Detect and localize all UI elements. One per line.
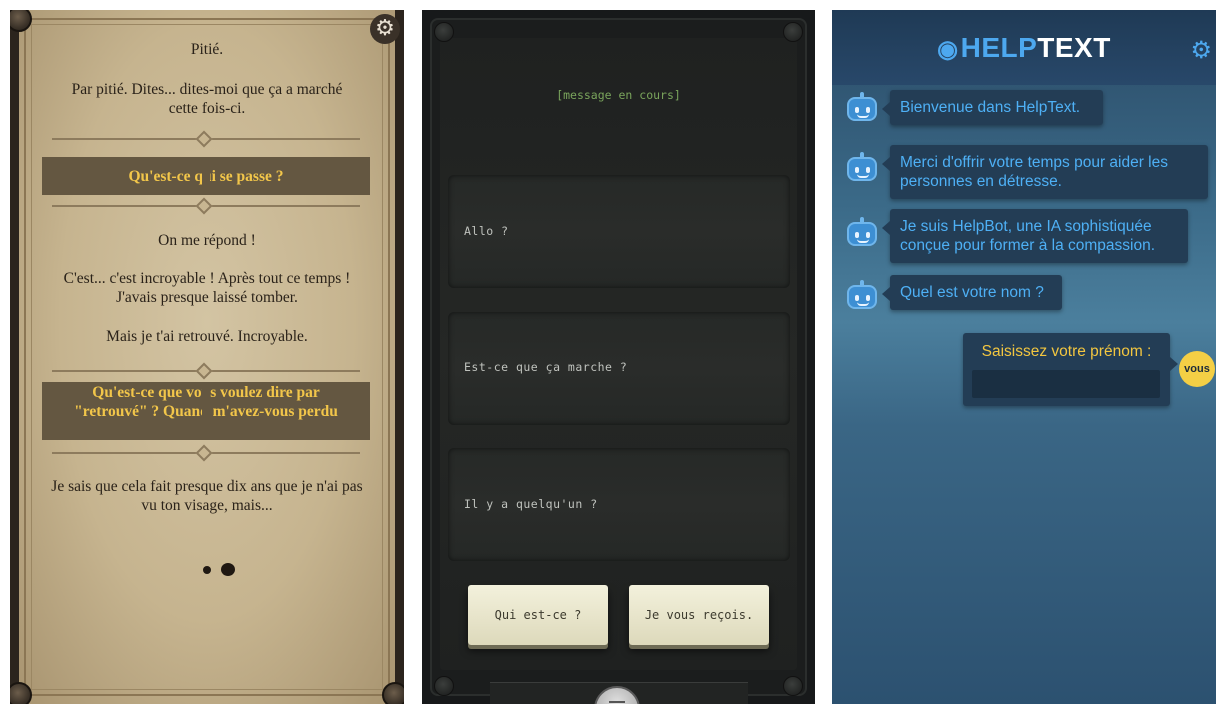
- message-box: Allo ?: [448, 175, 790, 288]
- story-line: Pitié.: [190, 41, 224, 58]
- parchment-game-panel: ⚙ Pitié. Par pitié. Dites... dites-moi q…: [10, 10, 404, 704]
- ornament-divider: [52, 362, 360, 380]
- screw-ornament: [434, 22, 454, 42]
- message-text: Il y a quelqu'un ?: [464, 497, 598, 511]
- helptext-app-panel: ◉HELPTEXT ⚙ Bienvenue dans HelpText. Mer…: [832, 10, 1216, 704]
- robot-avatar-icon: [845, 217, 879, 247]
- story-line: Mais je t'ai retrouvé. Incroyable.: [106, 328, 308, 345]
- app-title-help: HELP: [960, 32, 1038, 63]
- app-title-text: TEXT: [1037, 32, 1111, 63]
- message-text: Est-ce que ça marche ?: [464, 360, 628, 374]
- ornament-divider: [52, 130, 360, 148]
- settings-gear-icon[interactable]: ⚙: [1190, 36, 1212, 64]
- message-box: Est-ce que ça marche ?: [448, 312, 790, 425]
- app-title: ◉HELPTEXT: [832, 32, 1216, 64]
- story-line: Je sais que cela fait presque dix ans qu…: [51, 478, 363, 514]
- message-text: Allo ?: [464, 224, 509, 238]
- ornament-divider: [52, 197, 360, 215]
- reply-button-who[interactable]: Qui est-ce ?: [468, 585, 608, 645]
- robot-avatar-icon: [845, 152, 879, 182]
- message-box: Il y a quelqu'un ?: [448, 448, 790, 561]
- ornament-divider: [52, 444, 360, 462]
- corner-ornament: [382, 682, 404, 704]
- robot-avatar-icon: [845, 280, 879, 310]
- first-name-input[interactable]: [972, 370, 1160, 398]
- message-status: [message en cours]: [556, 88, 681, 102]
- bot-message: Quel est votre nom ?: [882, 275, 1062, 310]
- name-entry-bubble: Saisissez votre prénom :: [963, 333, 1178, 406]
- story-line: On me répond !: [158, 232, 256, 249]
- settings-gear-icon[interactable]: ⚙: [370, 14, 400, 44]
- choice-button[interactable]: Qu'est-ce que vous voulez dire par "retr…: [42, 382, 370, 440]
- ink-blot: [203, 566, 211, 574]
- story-line: Par pitié. Dites... dites-moi que ça a m…: [71, 81, 343, 117]
- story-line: C'est... c'est incroyable ! Après tout c…: [63, 270, 351, 306]
- user-avatar-badge: vous: [1179, 351, 1215, 387]
- helptext-logo-icon: ◉: [937, 36, 959, 63]
- ink-blot: [221, 563, 235, 576]
- screw-ornament: [783, 676, 803, 696]
- screw-ornament: [783, 22, 803, 42]
- parchment-inner-border: [31, 24, 383, 690]
- choice-button[interactable]: Qu'est-ce qui se passe ?: [42, 157, 370, 195]
- screw-ornament: [434, 676, 454, 696]
- bot-message: Merci d'offrir votre temps pour aider le…: [882, 145, 1208, 199]
- terminal-game-panel: [message en cours] Allo ? Est-ce que ça …: [422, 10, 815, 704]
- reply-button-receive[interactable]: Je vous reçois.: [629, 585, 769, 645]
- name-prompt-label: Saisissez votre prénom :: [981, 343, 1152, 360]
- bot-message: Je suis HelpBot, une IA sophistiquée con…: [882, 209, 1188, 263]
- bot-message: Bienvenue dans HelpText.: [882, 90, 1103, 125]
- robot-avatar-icon: [845, 92, 879, 122]
